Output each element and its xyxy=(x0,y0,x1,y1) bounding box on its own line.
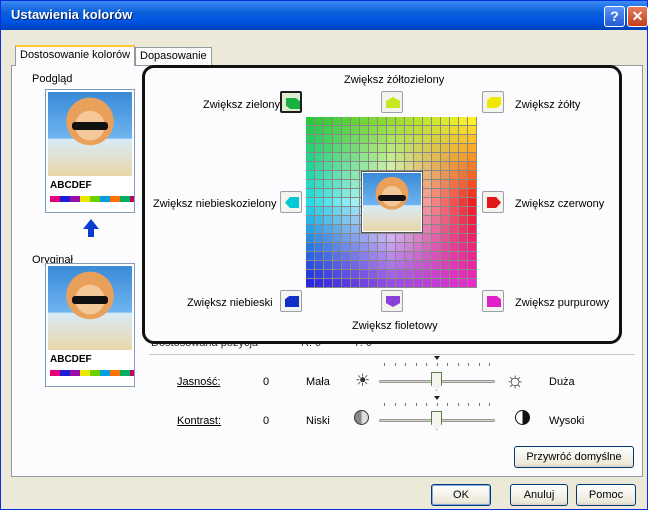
swatch xyxy=(90,196,100,202)
preview-label: Podgląd xyxy=(32,73,73,85)
increase-magenta-button[interactable] xyxy=(482,290,504,312)
label-cyan: Zwiększ niebieskozielony xyxy=(153,198,277,210)
preview-swatches xyxy=(50,196,134,202)
swatch xyxy=(90,370,100,376)
contrast-high-label: Wysoki xyxy=(549,415,585,427)
label-green: Zwiększ zielony xyxy=(203,99,281,111)
original-sample-text: ABCDEF xyxy=(50,354,92,365)
original-image: ABCDEF xyxy=(45,263,135,387)
preview-image: ABCDEF xyxy=(45,89,135,213)
original-photo xyxy=(48,266,132,350)
tab-matching-label: Dopasowanie xyxy=(140,50,207,62)
swatch xyxy=(60,196,70,202)
contrast-low-icon xyxy=(354,410,369,425)
close-button[interactable]: ✕ xyxy=(627,6,648,27)
swatch xyxy=(50,370,60,376)
swatch xyxy=(120,370,130,376)
help-title-button[interactable]: ? xyxy=(604,6,625,27)
increase-green-button[interactable] xyxy=(280,91,302,113)
contrast-label: Kontrast: xyxy=(177,415,222,427)
original-swatches xyxy=(50,370,134,376)
increase-blue-button[interactable] xyxy=(280,290,302,312)
window-title: Ustawienia kolorów xyxy=(11,7,133,22)
increase-yellow-button[interactable] xyxy=(482,91,504,113)
arrow-stem xyxy=(88,229,94,237)
ok-button[interactable]: OK xyxy=(431,484,491,506)
label-yellow: Zwiększ żółty xyxy=(515,99,581,111)
violet-arrow-icon xyxy=(386,296,400,307)
center-preview-image xyxy=(361,171,423,233)
yellow-arrow-icon xyxy=(487,97,501,108)
title-bar: Ustawienia kolorów ? ✕ xyxy=(1,1,648,30)
swatch xyxy=(70,370,80,376)
center-photo xyxy=(363,173,421,231)
swatch xyxy=(120,196,130,202)
green-arrow-icon xyxy=(286,98,300,109)
preview-sample-text: ABCDEF xyxy=(50,180,92,191)
cancel-button[interactable]: Anuluj xyxy=(510,484,568,506)
sun-small-icon: ☀ xyxy=(355,371,371,390)
swatch xyxy=(60,370,70,376)
brightness-low-label: Mała xyxy=(306,376,330,388)
swatch xyxy=(100,370,110,376)
preview-photo xyxy=(48,92,132,176)
blue-arrow-icon xyxy=(285,296,299,307)
cyan-arrow-icon xyxy=(285,197,299,208)
contrast-default-marker xyxy=(434,396,440,400)
label-violet: Zwiększ fioletowy xyxy=(352,320,438,332)
help-button[interactable]: Pomoc xyxy=(576,484,636,506)
contrast-high-icon xyxy=(515,410,530,425)
restore-defaults-button[interactable]: Przywróć domyślne xyxy=(514,446,634,468)
contrast-ticks xyxy=(384,403,490,406)
yellow-green-arrow-icon xyxy=(386,97,400,108)
brightness-high-label: Duża xyxy=(549,376,575,388)
brightness-ticks xyxy=(384,363,490,366)
tab-color-adjustment[interactable]: Dostosowanie kolorów xyxy=(15,45,136,66)
increase-yellow-green-button[interactable] xyxy=(381,91,403,113)
swatch xyxy=(130,196,134,202)
brightness-label: Jasność: xyxy=(177,376,221,388)
swatch xyxy=(100,196,110,202)
swatch xyxy=(130,370,134,376)
swatch xyxy=(80,196,90,202)
label-blue: Zwiększ niebieski xyxy=(187,297,273,309)
label-magenta: Zwiększ purpurowy xyxy=(515,297,610,309)
separator xyxy=(149,354,635,355)
increase-cyan-button[interactable] xyxy=(280,191,302,213)
brightness-default-marker xyxy=(434,356,440,360)
swatch xyxy=(70,196,80,202)
magenta-arrow-icon xyxy=(487,296,501,307)
brightness-value: 0 xyxy=(263,376,270,388)
sun-large-icon: ☼ xyxy=(505,367,526,392)
swatch xyxy=(110,196,120,202)
increase-violet-button[interactable] xyxy=(381,290,403,312)
tab-matching[interactable]: Dopasowanie xyxy=(135,47,212,65)
contrast-value: 0 xyxy=(263,415,270,427)
label-red: Zwiększ czerwony xyxy=(515,198,605,210)
swatch xyxy=(50,196,60,202)
swatch xyxy=(110,370,120,376)
arrow-up-icon xyxy=(83,219,99,229)
swatch xyxy=(80,370,90,376)
color-settings-window: Ustawienia kolorów ? ✕ Dostosowanie kolo… xyxy=(0,0,648,510)
red-arrow-icon xyxy=(487,197,501,208)
increase-red-button[interactable] xyxy=(482,191,504,213)
contrast-low-label: Niski xyxy=(306,415,330,427)
label-yellow-green: Zwiększ żółtozielony xyxy=(344,74,445,86)
